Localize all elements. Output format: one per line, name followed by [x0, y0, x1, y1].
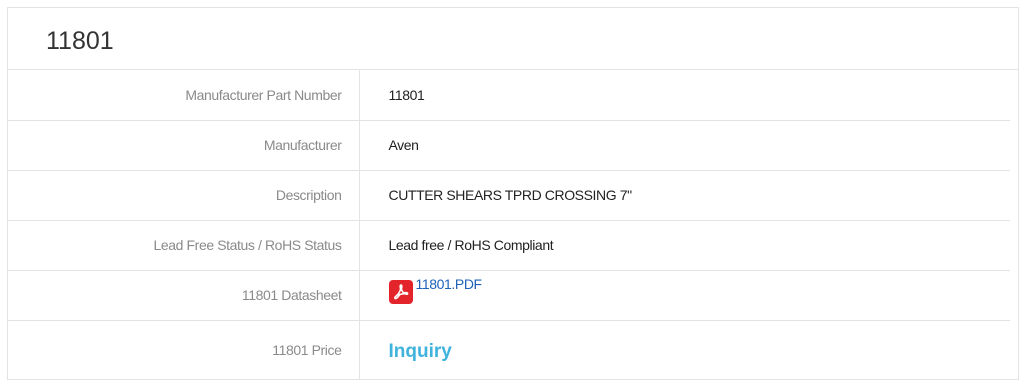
datasheet-filename[interactable]: 11801.PDF: [416, 276, 483, 292]
datasheet-label: 11801 Datasheet: [8, 270, 360, 321]
table-row: Manufacturer Part Number 11801: [8, 70, 1010, 121]
spec-table: Manufacturer Part Number 11801 Manufactu…: [8, 70, 1010, 379]
description-label: Description: [8, 170, 360, 221]
product-spec-card: 11801 Manufacturer Part Number 11801 Man…: [7, 7, 1019, 380]
part-number-value: 11801: [359, 70, 1010, 121]
price-cell: Inquiry: [359, 320, 1010, 379]
product-title: 11801: [8, 8, 1018, 70]
manufacturer-label: Manufacturer: [8, 120, 360, 171]
rohs-status-value: Lead free / RoHS Compliant: [359, 220, 1010, 271]
datasheet-cell: 11801.PDF: [359, 270, 1010, 321]
table-row: Description CUTTER SHEARS TPRD CROSSING …: [8, 170, 1010, 221]
part-number-label: Manufacturer Part Number: [8, 70, 360, 121]
description-value: CUTTER SHEARS TPRD CROSSING 7": [359, 170, 1010, 221]
manufacturer-value: Aven: [359, 120, 1010, 171]
pdf-icon: [388, 279, 413, 304]
rohs-status-label: Lead Free Status / RoHS Status: [8, 220, 360, 271]
price-label: 11801 Price: [8, 320, 360, 379]
table-row: 11801 Price Inquiry: [8, 320, 1010, 379]
table-row: Manufacturer Aven: [8, 120, 1010, 171]
datasheet-link[interactable]: 11801.PDF: [388, 276, 483, 304]
table-row: Lead Free Status / RoHS Status Lead free…: [8, 220, 1010, 271]
inquiry-link[interactable]: Inquiry: [389, 341, 452, 362]
table-row: 11801 Datasheet 11801.PDF: [8, 270, 1010, 321]
